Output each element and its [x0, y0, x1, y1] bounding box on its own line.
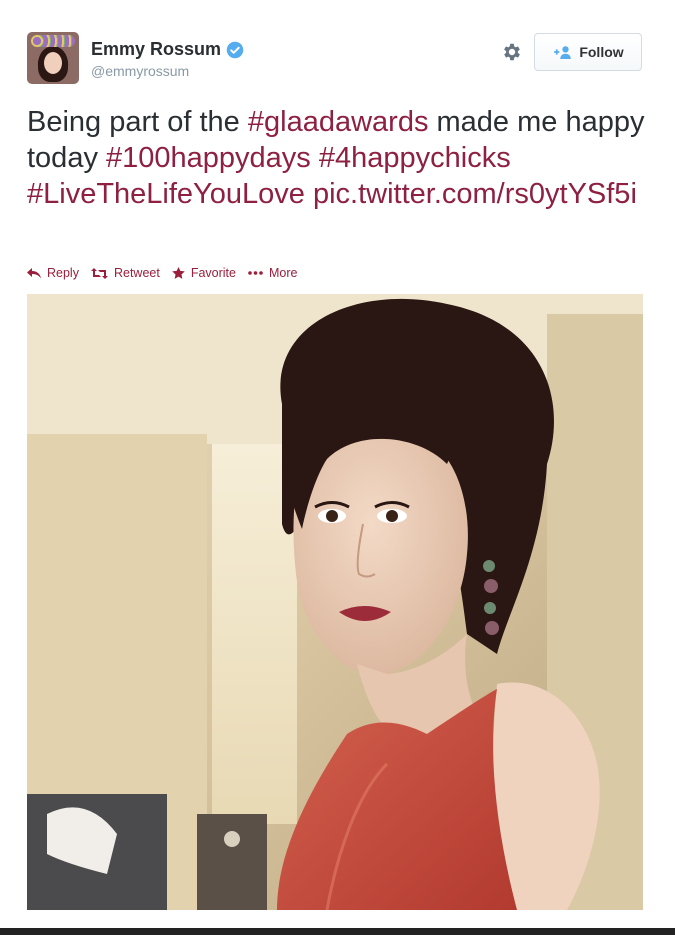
author-display-name[interactable]: Emmy Rossum	[91, 39, 221, 60]
verified-badge-icon	[226, 41, 244, 58]
author-block[interactable]: Emmy Rossum @emmyrossum	[91, 39, 244, 79]
ellipsis-icon	[248, 271, 263, 275]
hashtag-link[interactable]: #LiveTheLifeYouLove	[27, 178, 305, 210]
tweet-header: Emmy Rossum @emmyrossum Follow	[27, 32, 643, 88]
hashtag-link[interactable]: #4happychicks	[319, 142, 511, 174]
gear-icon[interactable]	[501, 41, 523, 63]
reply-button[interactable]: Reply	[27, 266, 79, 280]
add-user-icon	[554, 46, 572, 59]
favorite-label: Favorite	[190, 266, 236, 280]
hashtag-link[interactable]: #glaadawards	[248, 106, 429, 138]
more-button[interactable]: More	[248, 266, 297, 280]
retweet-button[interactable]: Retweet	[90, 266, 160, 280]
photo-illustration	[27, 294, 643, 910]
tweet-photo[interactable]	[27, 294, 643, 910]
avatar[interactable]	[27, 32, 79, 84]
tweet-actions: Reply Retweet Favorite More	[27, 266, 309, 280]
pic-link[interactable]: pic.twitter.com/rs0ytYSf5i	[313, 178, 637, 210]
star-icon	[172, 267, 185, 279]
favorite-button[interactable]: Favorite	[172, 266, 236, 280]
reply-icon	[27, 267, 41, 278]
author-handle[interactable]: @emmyrossum	[91, 63, 244, 79]
tweet-text-segment	[305, 178, 313, 210]
follow-label: Follow	[579, 44, 624, 60]
tweet-text: Being part of the #glaadawards made me h…	[27, 104, 647, 212]
retweet-label: Retweet	[113, 266, 160, 280]
avatar-flower-crown	[31, 35, 75, 47]
hashtag-link[interactable]: #100happydays	[106, 142, 311, 174]
retweet-icon	[90, 267, 108, 279]
avatar-face	[44, 52, 62, 74]
reply-label: Reply	[47, 266, 79, 280]
more-label: More	[268, 266, 298, 280]
bottom-bar	[0, 928, 675, 935]
tweet-text-segment	[311, 142, 319, 174]
follow-button[interactable]: Follow	[534, 33, 642, 71]
tweet-text-segment: Being part of the	[27, 106, 248, 138]
